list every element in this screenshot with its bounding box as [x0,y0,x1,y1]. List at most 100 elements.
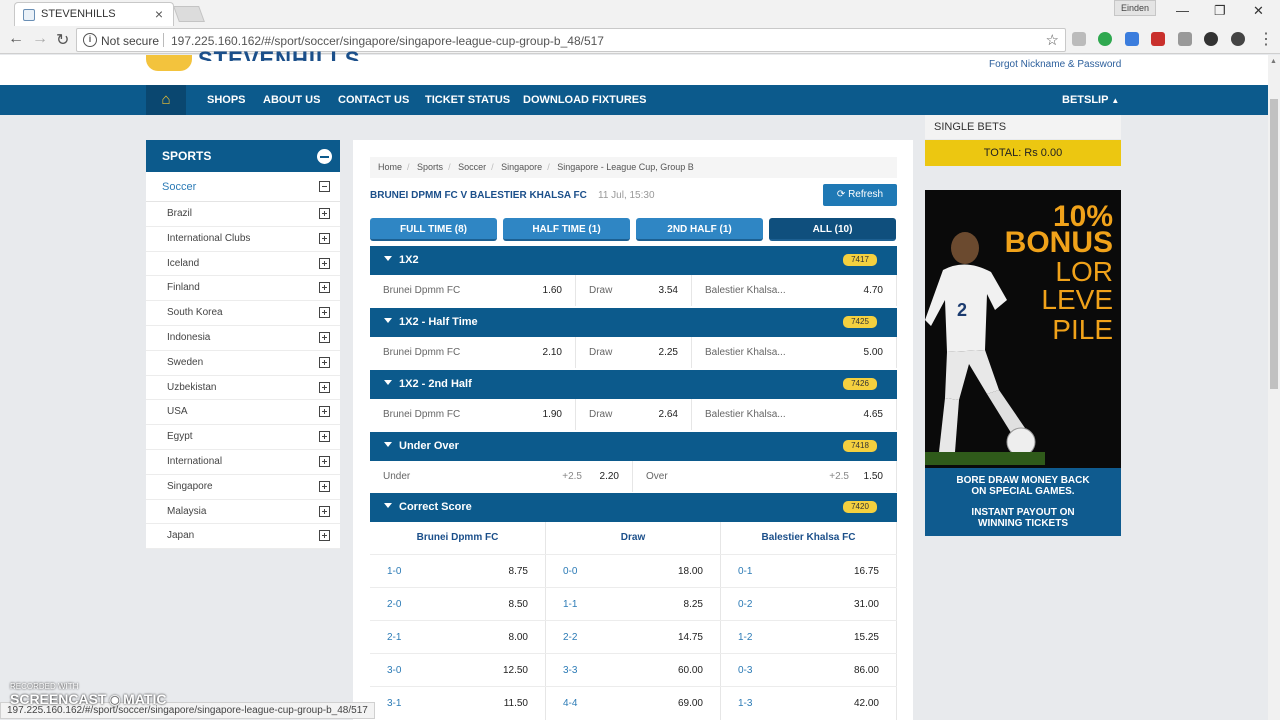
nav-ticket-status[interactable]: TICKET STATUS [425,94,510,106]
market-header[interactable]: 1X2 - Half Time 7425 [370,308,897,337]
expand-icon[interactable] [319,232,330,244]
tab-period[interactable]: HALF TIME (1) [503,218,630,241]
page-scrollbar[interactable]: ▲ [1268,55,1280,720]
refresh-button[interactable]: ⟳ Refresh [823,184,897,206]
scrollbar-thumb[interactable] [1270,99,1278,389]
extension-icon[interactable] [1151,32,1165,46]
sidebar-item-country[interactable]: USA [146,400,340,426]
close-tab-icon[interactable]: × [155,6,163,22]
score-cell[interactable]: 0-0 18.00 [546,555,721,588]
tab-period[interactable]: 2ND HALF (1) [636,218,763,241]
sidebar-item-country[interactable]: Uzbekistan [146,376,340,401]
sidebar-item-soccer[interactable]: Soccer [146,172,340,202]
menu-icon[interactable]: ⋮ [1258,29,1274,49]
extension-icon[interactable] [1231,32,1245,46]
sidebar-item-country[interactable]: Indonesia [146,326,340,351]
expand-icon[interactable] [319,431,330,443]
odds-cell[interactable]: Brunei Dpmm FC 2.10 [370,337,576,368]
breadcrumb-sports[interactable]: Sports [417,162,443,172]
bookmark-star-icon[interactable]: ☆ [1046,31,1059,49]
nav-contact-us[interactable]: CONTACT US [338,94,409,106]
collapse-box-icon[interactable] [319,181,330,192]
tab-period[interactable]: ALL (10) [769,218,896,241]
odds-cell[interactable]: Brunei Dpmm FC 1.60 [370,275,576,306]
expand-icon[interactable] [319,307,330,319]
expand-icon[interactable] [319,257,330,269]
expand-icon[interactable] [319,530,330,542]
odds-cell[interactable]: Draw 2.64 [576,399,692,430]
score-cell[interactable]: 0-2 31.00 [721,588,897,621]
score-cell[interactable]: 1-0 8.75 [370,555,546,588]
profile-button[interactable]: Einden [1114,0,1156,16]
info-icon[interactable]: i [83,33,97,47]
scroll-up-icon[interactable]: ▲ [1270,58,1277,65]
expand-icon[interactable] [319,455,330,467]
market-header[interactable]: Under Over 7418 [370,432,897,461]
grammarly-icon[interactable] [1098,32,1112,46]
odds-cell[interactable]: Draw 3.54 [576,275,692,306]
sidebar-item-country[interactable]: Egypt [146,425,340,450]
extension-icon[interactable] [1204,32,1218,46]
market-header[interactable]: 1X2 - 2nd Half 7426 [370,370,897,399]
restore-icon[interactable]: ❐ [1214,3,1226,19]
sidebar-item-country[interactable]: Japan [146,524,340,550]
odds-cell[interactable]: Balestier Khalsa... 5.00 [692,337,897,368]
minimize-icon[interactable]: — [1176,3,1189,18]
sidebar-item-country[interactable]: South Korea [146,301,340,326]
score-cell[interactable]: 2-2 14.75 [546,621,721,654]
extension-icon[interactable] [1125,32,1139,46]
score-cell[interactable]: 1-2 15.25 [721,621,897,654]
breadcrumb-home[interactable]: Home [378,162,402,172]
score-cell[interactable]: 2-1 8.00 [370,621,546,654]
url-text[interactable]: 197.225.160.162/#/sport/soccer/singapore… [171,34,604,48]
breadcrumb-singapore[interactable]: Singapore [501,162,542,172]
expand-icon[interactable] [319,208,330,219]
sidebar-item-country[interactable]: Brazil [146,202,340,227]
odds-cell[interactable]: Balestier Khalsa... 4.70 [692,275,897,306]
expand-icon[interactable] [319,406,330,418]
sidebar-item-country[interactable]: International [146,450,340,475]
odds-cell[interactable]: Brunei Dpmm FC 1.90 [370,399,576,430]
forward-icon[interactable]: → [32,30,48,48]
betslip-toggle[interactable]: BETSLIP ▲ [1062,94,1119,106]
sidebar-item-country[interactable]: International Clubs [146,227,340,252]
score-cell[interactable]: 3-3 60.00 [546,654,721,687]
odds-cell[interactable]: Over +2.5 1.50 [633,461,897,492]
nav-about-us[interactable]: ABOUT US [263,94,320,106]
odds-cell[interactable]: Under +2.5 2.20 [370,461,633,492]
logo-text[interactable]: STEVENHILLS [198,47,361,61]
forgot-password-link[interactable]: Forgot Nickname & Password [989,59,1121,70]
new-tab-button[interactable] [173,6,205,22]
tab-period[interactable]: FULL TIME (8) [370,218,497,241]
nav-download-fixtures[interactable]: DOWNLOAD FIXTURES [523,94,646,106]
nav-shops[interactable]: SHOPS [207,94,246,106]
sidebar-item-country[interactable]: Malaysia [146,500,340,525]
score-cell[interactable]: 4-4 69.00 [546,687,721,720]
extension-icon[interactable] [1072,32,1086,46]
score-cell[interactable]: 3-1 11.50 [370,687,546,720]
extension-icon[interactable] [1178,32,1192,46]
expand-icon[interactable] [319,282,330,294]
single-bets-tab[interactable]: SINGLE BETS [925,115,1121,139]
collapse-icon[interactable] [317,149,332,164]
score-cell[interactable]: 1-3 42.00 [721,687,897,720]
score-cell[interactable]: 0-1 16.75 [721,555,897,588]
sports-header[interactable]: SPORTS [146,140,340,172]
score-cell[interactable]: 1-1 8.25 [546,588,721,621]
score-cell[interactable]: 2-0 8.50 [370,588,546,621]
sidebar-item-country[interactable]: Sweden [146,351,340,376]
close-window-icon[interactable]: ✕ [1253,3,1264,19]
score-cell[interactable]: 3-0 12.50 [370,654,546,687]
sidebar-item-country[interactable]: Singapore [146,475,340,500]
sidebar-item-country[interactable]: Finland [146,276,340,302]
logo-icon[interactable] [146,55,192,71]
market-header[interactable]: 1X2 7417 [370,246,897,275]
bonus-ad-banner[interactable]: 2 10% BONUS LOR LEVE PILE BORE DRAW MONE… [925,190,1121,536]
browser-tab[interactable]: STEVENHILLS × [14,2,174,26]
odds-cell[interactable]: Balestier Khalsa... 4.65 [692,399,897,430]
reload-icon[interactable]: ↻ [56,30,69,50]
expand-icon[interactable] [319,381,330,393]
expand-icon[interactable] [319,505,330,517]
breadcrumb-soccer[interactable]: Soccer [458,162,486,172]
odds-cell[interactable]: Draw 2.25 [576,337,692,368]
